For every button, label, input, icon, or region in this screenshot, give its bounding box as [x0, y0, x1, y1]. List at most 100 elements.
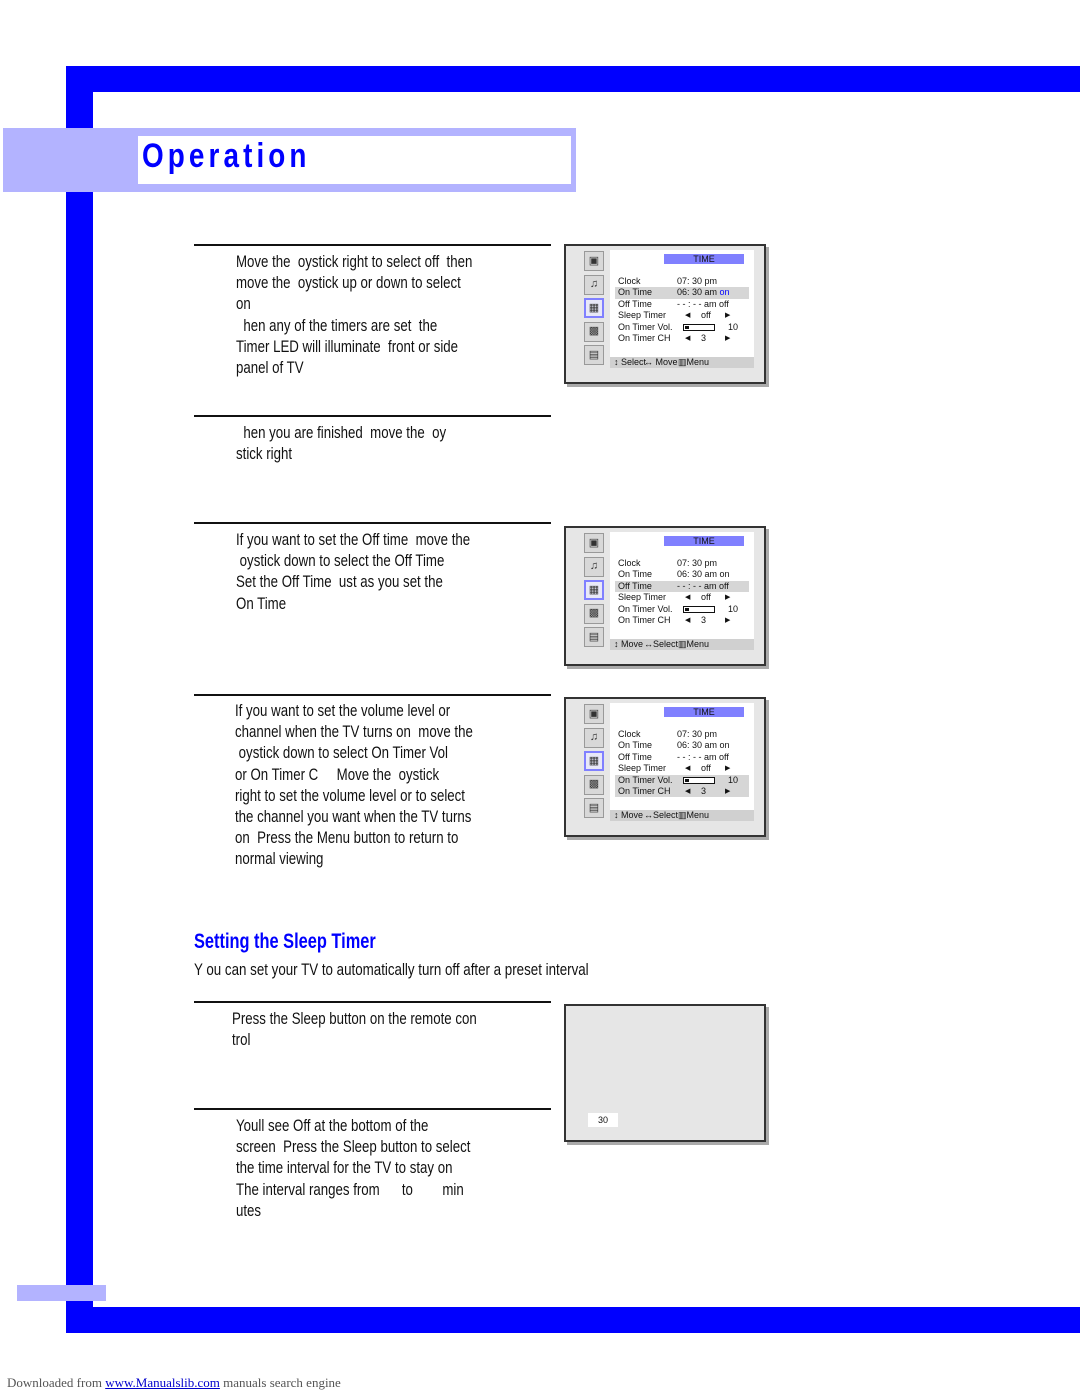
volume-bar	[683, 323, 715, 331]
picture-icon: ▣	[584, 251, 604, 271]
arrow-right-icon: ▶	[725, 594, 731, 602]
volume-value: 10	[728, 774, 739, 785]
setup-icon: ▤	[584, 345, 604, 365]
step-rule	[194, 522, 551, 524]
menu-row-label: Sleep Timer	[618, 763, 667, 774]
menu-sidebar: ▣ ♫ ▦ ▩ ▤	[584, 533, 606, 651]
menu-sidebar: ▣ ♫ ▦ ▩ ▤	[584, 251, 606, 369]
menu-row-state: off	[719, 298, 729, 309]
frame-bottom-bar	[66, 1307, 1080, 1333]
picture-icon: ▣	[584, 533, 604, 553]
pip-icon: ▩	[584, 774, 604, 795]
menu-row-value: off	[701, 310, 711, 321]
menu-row: Off Time - - : - - am off	[615, 752, 749, 763]
tv-menu-screen: ▣ ♫ ▦ ▩ ▤ TIME Clock 07: 30 pm On Time 06: 30 am …	[564, 526, 766, 666]
sleep-timer-screen: 30	[564, 1004, 766, 1142]
volume-fill	[685, 607, 689, 611]
timer-icon: ▦	[584, 580, 604, 600]
volume-bar	[683, 776, 715, 784]
menu-panel: TIME Clock 07: 30 pm On Time 06: 30 am on Off…	[610, 250, 754, 368]
menu-footer-hint: ↕ Move	[614, 639, 644, 649]
menu-title: TIME	[664, 536, 744, 546]
page-number-tab	[17, 1285, 106, 1301]
menu-footer-hint: ▥Menu	[678, 639, 710, 649]
menu-row-label: On Timer Vol.	[618, 603, 673, 614]
menu-footer-hint: ↕ Select	[614, 357, 647, 367]
footer-suffix: manuals search engine	[219, 1375, 341, 1390]
arrow-left-icon: ◀	[685, 334, 691, 342]
sleep-value-box: 30	[588, 1113, 618, 1127]
menu-footer: ↕ Select ↔ Move ▥Menu	[610, 357, 754, 368]
arrow-right-icon: ▶	[725, 765, 731, 773]
menu-row-value: - - : - - am off	[677, 751, 729, 762]
sound-icon: ♫	[584, 274, 604, 295]
menu-row-state: off	[719, 580, 729, 591]
menu-row-label: On Timer CH	[618, 332, 671, 343]
menu-row: On Time 06: 30 am on	[615, 287, 749, 299]
menu-row: On Time 06: 30 am on	[615, 569, 749, 580]
menu-row: Clock 07: 30 pm	[615, 276, 749, 287]
menu-row-state: on	[719, 287, 730, 298]
menu-footer: ↕ Move ↔Select ▥Menu	[610, 639, 754, 650]
menu-footer-hint: ↔ Move	[644, 357, 678, 367]
menu-row: On Timer Vol. 10	[615, 604, 749, 615]
menu-row-label: Sleep Timer	[618, 592, 667, 603]
arrow-right-icon: ▶	[725, 312, 731, 320]
menu-rows: Clock 07: 30 pm On Time 06: 30 am on Off Tim…	[615, 729, 749, 798]
menu-footer: ↕ Move ↔Select ▥Menu	[610, 810, 754, 821]
menu-row-value: 06: 30 am on	[677, 569, 730, 580]
step-rule	[194, 1108, 551, 1110]
arrow-right-icon: ▶	[725, 787, 731, 795]
menu-row-state: on	[719, 740, 730, 751]
menu-row-label: Sleep Timer	[618, 310, 667, 321]
menu-row-label: On Timer Vol.	[618, 321, 673, 332]
menu-footer-hint: ▥Menu	[678, 810, 710, 820]
menu-sidebar: ▣ ♫ ▦ ▩ ▤	[584, 704, 606, 822]
menu-row-label: Clock	[618, 729, 641, 739]
menu-row: Clock 07: 30 pm	[615, 558, 749, 569]
manualslib-link[interactable]: www.Manualslib.com	[105, 1375, 220, 1390]
volume-value: 10	[728, 321, 739, 332]
menu-row: Sleep Timer ◀ off ▶	[615, 592, 749, 603]
frame-left-bar	[66, 66, 93, 1333]
menu-footer-hint: ▥Menu	[678, 357, 710, 367]
menu-footer-hint: ↔Select	[644, 810, 679, 820]
setup-icon: ▤	[584, 627, 604, 647]
menu-row-label: Off Time	[618, 751, 652, 762]
step-text: Youll see Off at the bottom of the scree…	[236, 1116, 471, 1220]
menu-row-value: 07: 30 pm	[677, 558, 718, 568]
menu-row-value: 07: 30 pm	[677, 276, 718, 286]
menu-footer-hint: ↕ Move	[614, 810, 644, 820]
tv-menu-screen: ▣ ♫ ▦ ▩ ▤ TIME Clock 07: 30 pm On Time 06: 30 am …	[564, 697, 766, 837]
menu-row-label: On Timer CH	[618, 614, 671, 625]
step-text: Move the oystick right to select off the…	[236, 252, 473, 378]
menu-row-label: Off Time	[618, 298, 652, 309]
arrow-left-icon: ◀	[685, 787, 691, 795]
menu-row-label: Off Time	[618, 580, 652, 591]
footer-prefix: Downloaded from	[7, 1375, 106, 1390]
step-rule	[194, 694, 551, 696]
menu-row: On Time 06: 30 am on	[615, 740, 749, 751]
menu-row-label: On Time	[618, 740, 653, 751]
tv-menu-screen: ▣ ♫ ▦ ▩ ▤ TIME Clock 07: 30 pm On Time 06: 30 am …	[564, 244, 766, 384]
menu-row: On Timer Vol. 10	[615, 774, 749, 786]
menu-row-value: 3	[701, 785, 707, 796]
arrow-right-icon: ▶	[725, 334, 731, 342]
volume-fill	[685, 778, 689, 782]
section-intro: Y ou can set your TV to automatically tu…	[194, 960, 589, 979]
pip-icon: ▩	[584, 603, 604, 624]
volume-value: 10	[728, 603, 739, 614]
menu-title: TIME	[664, 707, 744, 717]
menu-row: On Timer CH ◀ 3 ▶	[615, 615, 749, 626]
arrow-left-icon: ◀	[685, 312, 691, 320]
arrow-left-icon: ◀	[685, 594, 691, 602]
menu-row: On Timer Vol. 10	[615, 322, 749, 333]
frame-top-bar	[66, 66, 1080, 92]
menu-row-value: 06: 30 am on	[677, 287, 730, 298]
menu-row-state: on	[719, 569, 730, 580]
step-text: Press the Sleep button on the remote con…	[232, 1009, 477, 1050]
step-text: If you want to set the volume level or c…	[235, 701, 473, 869]
menu-panel: TIME Clock 07: 30 pm On Time 06: 30 am on Off…	[610, 703, 754, 821]
menu-row-value: - - : - - am off	[677, 298, 729, 309]
arrow-right-icon: ▶	[725, 616, 731, 624]
